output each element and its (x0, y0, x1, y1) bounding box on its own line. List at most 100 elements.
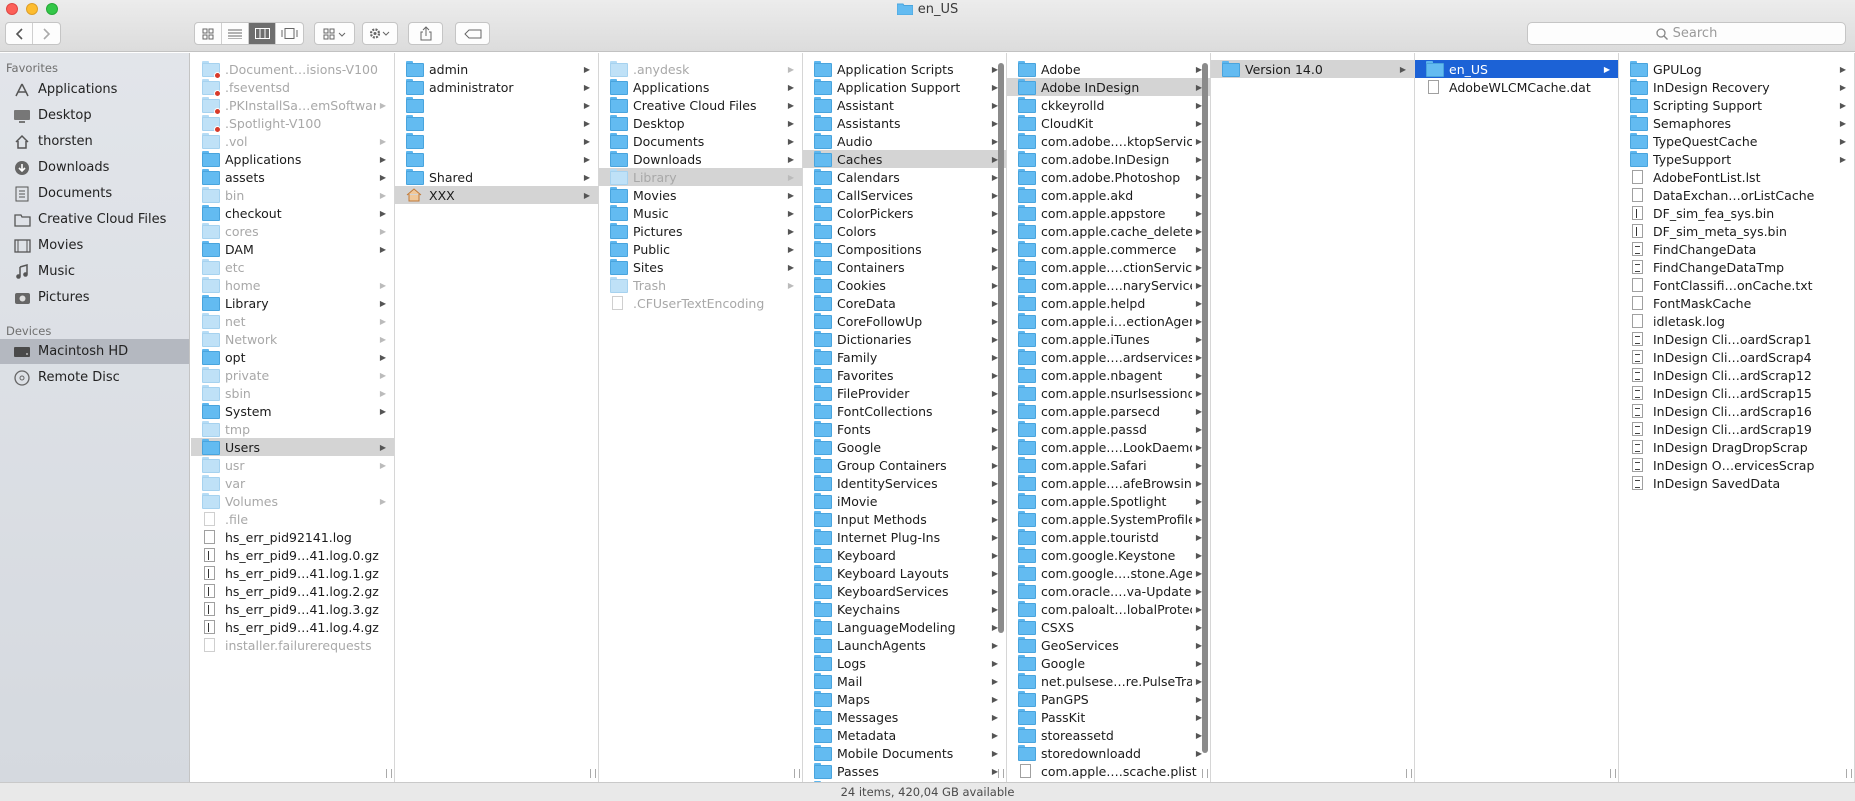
folder-row[interactable]: PanGPS ▶ (1007, 690, 1210, 708)
browser-column-6[interactable]: Version 14.0 ▶ (1211, 53, 1415, 782)
file-row[interactable]: com.apple.…scache.plist (1007, 762, 1210, 780)
folder-row[interactable]: en_US ▶ (1415, 60, 1618, 78)
folder-row[interactable]: com.apple.…naryServices ▶ (1007, 276, 1210, 294)
sidebar-item-macintosh-hd[interactable]: Macintosh HD (0, 339, 189, 364)
folder-row[interactable]: Library ▶ (191, 294, 394, 312)
folder-row[interactable]: ckkeyrolld ▶ (1007, 96, 1210, 114)
folder-row[interactable]: .fseventsd (191, 78, 394, 97)
arrange-button[interactable] (314, 22, 355, 45)
folder-row[interactable]: Audio ▶ (803, 132, 1006, 150)
file-row[interactable]: FindChangeData (1619, 240, 1854, 258)
folder-row[interactable]: Calendars ▶ (803, 168, 1006, 186)
folder-row[interactable]: Adobe InDesign ▶ (1007, 78, 1210, 96)
folder-row[interactable]: storeassetd ▶ (1007, 726, 1210, 744)
file-row[interactable]: hs_err_pid9…41.log.1.gz (191, 564, 394, 582)
file-row[interactable]: .CFUserTextEncoding (599, 294, 802, 312)
folder-row[interactable]: Keychains ▶ (803, 600, 1006, 618)
sidebar-item-remote-disc[interactable]: Remote Disc (0, 365, 189, 390)
folder-row[interactable]: com.apple.i…ectionAgent ▶ (1007, 312, 1210, 330)
folder-row[interactable]: Keyboard ▶ (803, 546, 1006, 564)
folder-row[interactable]: Mobile Documents ▶ (803, 744, 1006, 762)
column-resize-handle[interactable] (1406, 769, 1412, 778)
folder-row[interactable]: com.adobe.InDesign ▶ (1007, 150, 1210, 168)
folder-row[interactable]: Google ▶ (803, 438, 1006, 456)
folder-row[interactable]: Application Scripts ▶ (803, 60, 1006, 78)
browser-column-1[interactable]: .Document…isions-V100 .fseventsd .PKInstal… (191, 53, 395, 782)
file-row[interactable]: InDesign DragDropScrap (1619, 438, 1854, 456)
file-row[interactable]: AdobeFontList.lst (1619, 168, 1854, 186)
folder-row[interactable]: com.apple.…LookDaemon ▶ (1007, 438, 1210, 456)
file-row[interactable]: hs_err_pid9…41.log.2.gz (191, 582, 394, 600)
folder-row[interactable]: GPULog ▶ (1619, 60, 1854, 78)
file-row[interactable]: DF_sim_meta_sys.bin (1619, 222, 1854, 240)
file-row[interactable]: hs_err_pid9…41.log.3.gz (191, 600, 394, 618)
forward-button[interactable] (33, 23, 60, 44)
column-resize-handle[interactable] (386, 769, 392, 778)
folder-row[interactable]: bin ▶ (191, 186, 394, 204)
file-row[interactable]: .file (191, 510, 394, 528)
sidebar-item-pictures[interactable]: Pictures (0, 285, 189, 310)
folder-row[interactable]: com.apple.nsurlsessiond ▶ (1007, 384, 1210, 402)
folder-row[interactable]: com.paloalt…lobalProtect ▶ (1007, 600, 1210, 618)
file-row[interactable]: DataExchan…orListCache (1619, 186, 1854, 204)
folder-row[interactable]: com.apple.appstore ▶ (1007, 204, 1210, 222)
folder-row[interactable]: com.apple.…ardservicesd ▶ (1007, 348, 1210, 366)
folder-row[interactable]: PassKit ▶ (1007, 708, 1210, 726)
folder-row[interactable]: .vol ▶ (191, 132, 394, 150)
folder-row[interactable]: Desktop ▶ (599, 114, 802, 132)
folder-row[interactable]: Assistants ▶ (803, 114, 1006, 132)
back-button[interactable] (6, 23, 33, 44)
folder-row[interactable]: Shared ▶ (395, 168, 598, 186)
folder-row[interactable]: Application Support ▶ (803, 78, 1006, 96)
folder-row[interactable]: Internet Plug-Ins ▶ (803, 528, 1006, 546)
folder-row[interactable]: FontCollections ▶ (803, 402, 1006, 420)
folder-row[interactable]: Downloads ▶ (599, 150, 802, 168)
folder-row[interactable]: Adobe ▶ (1007, 60, 1210, 78)
sidebar-item-downloads[interactable]: Downloads (0, 155, 189, 180)
folder-row[interactable]: .Spotlight-V100 (191, 114, 394, 133)
folder-row[interactable]: checkout ▶ (191, 204, 394, 222)
folder-row[interactable]: tmp (191, 420, 394, 438)
folder-row[interactable]: Assistant ▶ (803, 96, 1006, 114)
folder-row[interactable]: InDesign Recovery ▶ (1619, 78, 1854, 96)
column-scrollbar[interactable] (1202, 63, 1208, 753)
folder-row[interactable]: com.apple.nbagent ▶ (1007, 366, 1210, 384)
column-resize-handle[interactable] (998, 769, 1004, 778)
folder-row[interactable]: cores ▶ (191, 222, 394, 240)
file-row[interactable]: hs_err_pid9…41.log.0.gz (191, 546, 394, 564)
folder-row[interactable]: Documents ▶ (599, 132, 802, 150)
folder-row[interactable]: com.google.…stone.Agent ▶ (1007, 564, 1210, 582)
folder-row[interactable]: Version 14.0 ▶ (1211, 60, 1414, 78)
folder-row[interactable]: Maps ▶ (803, 690, 1006, 708)
folder-row[interactable]: com.apple.iTunes ▶ (1007, 330, 1210, 348)
folder-row[interactable]: com.apple.parsecd ▶ (1007, 402, 1210, 420)
file-row[interactable]: InDesign Cli…oardScrap1 (1619, 330, 1854, 348)
share-button[interactable] (408, 22, 443, 45)
folder-row[interactable]: opt ▶ (191, 348, 394, 366)
folder-row[interactable]: LanguageModeling ▶ (803, 618, 1006, 636)
folder-row[interactable]: Users ▶ (191, 438, 394, 456)
folder-row[interactable]: System ▶ (191, 402, 394, 420)
folder-row[interactable]: GeoServices ▶ (1007, 636, 1210, 654)
folder-row[interactable]: KeyboardServices ▶ (803, 582, 1006, 600)
folder-row[interactable]: private ▶ (191, 366, 394, 384)
folder-row[interactable]: TypeSupport ▶ (1619, 150, 1854, 168)
browser-column-3[interactable]: .anydesk ▶ Applications ▶ Creative Cloud Fil… (599, 53, 803, 782)
file-row[interactable]: FontMaskCache (1619, 294, 1854, 312)
folder-row[interactable]: Input Methods ▶ (803, 510, 1006, 528)
browser-column-8[interactable]: GPULog ▶ InDesign Recovery ▶ Scripting Suppo… (1619, 53, 1855, 782)
folder-row[interactable]: Containers ▶ (803, 258, 1006, 276)
folder-row[interactable]: var (191, 474, 394, 492)
file-row[interactable]: FontClassifi…onCache.txt (1619, 276, 1854, 294)
folder-row[interactable]: com.apple.Safari ▶ (1007, 456, 1210, 474)
file-row[interactable]: InDesign Cli…ardScrap15 (1619, 384, 1854, 402)
file-row[interactable]: AdobeWLCMCache.dat (1415, 78, 1618, 96)
folder-row[interactable]: Google ▶ (1007, 654, 1210, 672)
folder-row[interactable]: Volumes ▶ (191, 492, 394, 510)
folder-row[interactable]: com.adobe.…ktopService ▶ (1007, 132, 1210, 150)
sidebar-item-desktop[interactable]: Desktop (0, 103, 189, 128)
folder-row[interactable]: Colors ▶ (803, 222, 1006, 240)
column-resize-handle[interactable] (1846, 769, 1852, 778)
tags-button[interactable] (455, 22, 490, 45)
folder-row[interactable]: Library ▶ (599, 168, 802, 186)
